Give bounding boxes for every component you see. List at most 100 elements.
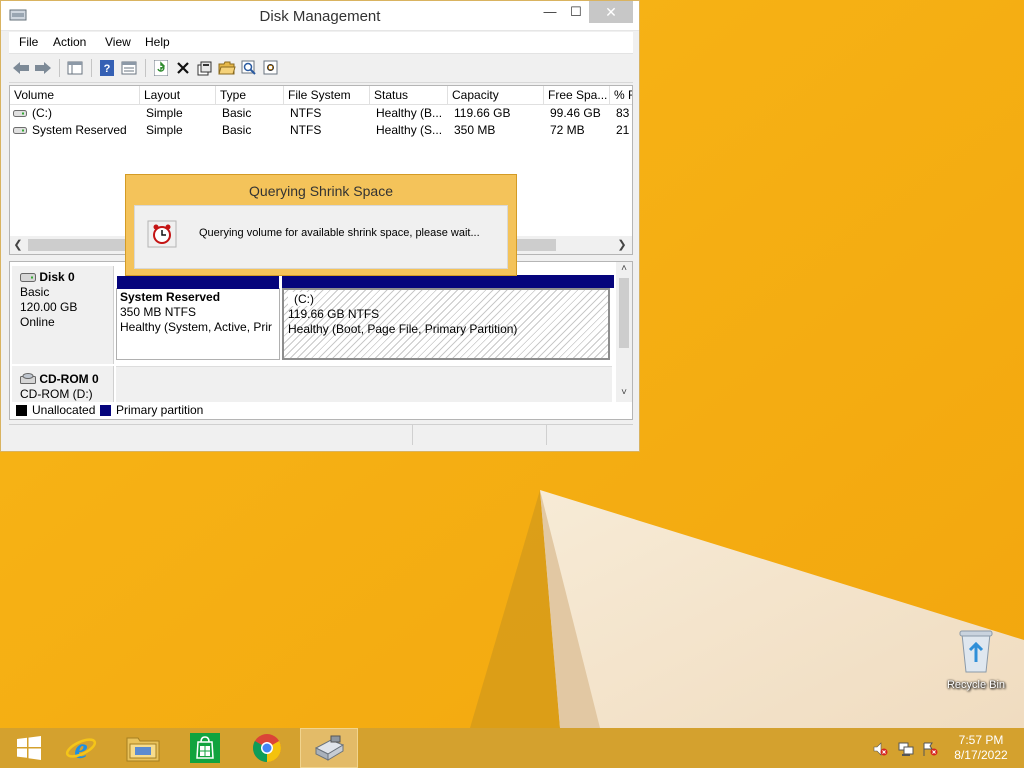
menu-bar: File Action View Help	[9, 32, 633, 54]
close-button[interactable]: ✕	[589, 1, 633, 23]
primary-partition-swatch	[100, 405, 111, 416]
cd-rom-name: CD-ROM 0	[39, 372, 99, 386]
cell-percent-free: 83	[616, 106, 630, 120]
cd-drive-icon	[20, 373, 36, 384]
volume-list-header: Volume Layout Type File System Status Ca…	[10, 86, 632, 105]
internet-explorer-icon: e	[65, 732, 97, 764]
drive-icon	[13, 110, 27, 117]
network-icon[interactable]	[898, 741, 914, 757]
scrollbar-thumb[interactable]	[619, 278, 629, 348]
partition-c-drive[interactable]: (C:) 119.66 GB NTFS Healthy (Boot, Page …	[282, 275, 614, 360]
cell-volume: System Reserved	[32, 123, 127, 137]
scroll-left-icon[interactable]: ❮	[10, 236, 26, 254]
primary-partition-bar	[117, 276, 279, 289]
column-header-file-system[interactable]: File System	[284, 86, 370, 105]
cell-volume: (C:)	[32, 106, 52, 120]
svg-text:e: e	[74, 732, 87, 764]
cell-capacity: 350 MB	[454, 123, 496, 137]
volume-muted-icon[interactable]	[872, 741, 888, 757]
menu-file[interactable]: File	[19, 35, 38, 49]
rescan-icon[interactable]	[195, 58, 215, 78]
querying-shrink-space-dialog: Querying Shrink Space Querying volume fo…	[125, 174, 517, 276]
cell-status: Healthy (S...	[376, 123, 443, 137]
partition-system-reserved[interactable]: System Reserved 350 MB NTFS Healthy (Sys…	[116, 276, 280, 360]
delete-icon[interactable]	[173, 58, 193, 78]
table-row[interactable]: (C:) Simple Basic NTFS Healthy (B... 119…	[10, 105, 632, 122]
cell-percent-free: 21	[616, 123, 630, 137]
table-row[interactable]: System Reserved Simple Basic NTFS Health…	[10, 122, 632, 139]
disk-management-taskbar-button[interactable]	[300, 728, 358, 768]
cd-rom-0-label[interactable]: CD-ROM 0 CD-ROM (D:)	[12, 366, 114, 402]
cell-file-system: NTFS	[290, 106, 322, 120]
scroll-right-icon[interactable]: ❯	[614, 236, 630, 254]
disk-size: 120.00 GB	[20, 300, 78, 314]
search-icon[interactable]	[239, 58, 259, 78]
clock-date: 8/17/2022	[954, 748, 1008, 762]
chrome-taskbar-button[interactable]	[238, 728, 296, 768]
scroll-down-icon[interactable]: ˅	[616, 386, 632, 400]
maximize-button[interactable]: ☐	[561, 1, 591, 23]
status-segment	[9, 425, 413, 445]
chrome-icon	[253, 734, 281, 762]
dialog-message: Querying volume for available shrink spa…	[199, 227, 480, 239]
recycle-bin-desktop-icon[interactable]: Recycle Bin	[940, 628, 1012, 700]
disk-management-icon	[314, 735, 345, 761]
column-header-status[interactable]: Status	[370, 86, 448, 105]
primary-partition-bar	[282, 275, 614, 288]
store-taskbar-button[interactable]	[176, 728, 234, 768]
refresh-icon[interactable]	[151, 58, 171, 78]
system-clock[interactable]: 7:57 PM 8/17/2022	[946, 733, 1016, 763]
legend: Unallocated Primary partition	[9, 402, 633, 420]
open-folder-icon[interactable]	[217, 58, 237, 78]
recycle-bin-icon	[959, 630, 993, 673]
internet-explorer-taskbar-button[interactable]: e	[52, 728, 110, 768]
properties-icon[interactable]	[119, 58, 139, 78]
alarm-clock-icon	[147, 220, 177, 248]
taskbar: e 7:57 PM 8/17/2022	[0, 728, 1024, 768]
partition-status: Healthy (Boot, Page File, Primary Partit…	[288, 322, 518, 336]
file-explorer-icon	[126, 737, 160, 762]
disk-map-pane[interactable]: Disk 0 Basic 120.00 GB Online System Res…	[9, 261, 633, 403]
legend-primary-partition: Primary partition	[116, 403, 204, 417]
menu-help[interactable]: Help	[145, 35, 170, 49]
vertical-scrollbar[interactable]: ˄ ˅	[616, 262, 632, 402]
cell-type: Basic	[222, 106, 252, 120]
status-segment	[413, 425, 547, 445]
start-button[interactable]	[0, 728, 58, 768]
action-center-flag-icon[interactable]	[922, 741, 938, 757]
store-icon	[190, 733, 220, 763]
unallocated-swatch	[16, 405, 27, 416]
menu-action[interactable]: Action	[53, 35, 86, 49]
partition-size: 350 MB NTFS	[120, 305, 197, 319]
clock-time: 7:57 PM	[958, 733, 1004, 747]
cd-rom-area	[116, 366, 612, 402]
file-explorer-taskbar-button[interactable]	[114, 728, 172, 768]
status-bar	[9, 424, 633, 446]
cell-type: Basic	[222, 123, 252, 137]
back-arrow-icon[interactable]	[11, 58, 31, 78]
disk-name: Disk 0	[39, 270, 75, 284]
svg-text:?: ?	[104, 63, 111, 75]
partition-size: 119.66 GB NTFS	[288, 307, 380, 321]
cell-capacity: 119.66 GB	[454, 106, 511, 120]
column-header-free-space[interactable]: Free Spa...	[544, 86, 610, 105]
column-header-type[interactable]: Type	[216, 86, 284, 105]
column-header-percent-free[interactable]: % F	[610, 86, 632, 105]
cell-free-space: 72 MB	[550, 123, 585, 137]
title-bar[interactable]: Disk Management — ☐ ✕	[1, 1, 639, 31]
disk-0-label[interactable]: Disk 0 Basic 120.00 GB Online	[12, 266, 114, 364]
forward-arrow-icon[interactable]	[33, 58, 53, 78]
column-header-capacity[interactable]: Capacity	[448, 86, 544, 105]
start-icon	[17, 736, 41, 760]
scroll-up-icon[interactable]: ˄	[616, 262, 632, 276]
disk-state: Online	[20, 315, 55, 329]
recycle-bin-label: Recycle Bin	[946, 679, 1006, 691]
help-icon[interactable]: ?	[97, 58, 117, 78]
settings-icon[interactable]	[261, 58, 281, 78]
column-header-volume[interactable]: Volume	[10, 86, 140, 105]
column-header-layout[interactable]: Layout	[140, 86, 216, 105]
drive-icon	[13, 127, 27, 134]
console-tree-icon[interactable]	[65, 58, 85, 78]
menu-view[interactable]: View	[105, 35, 131, 49]
dialog-body: Querying volume for available shrink spa…	[134, 205, 508, 269]
